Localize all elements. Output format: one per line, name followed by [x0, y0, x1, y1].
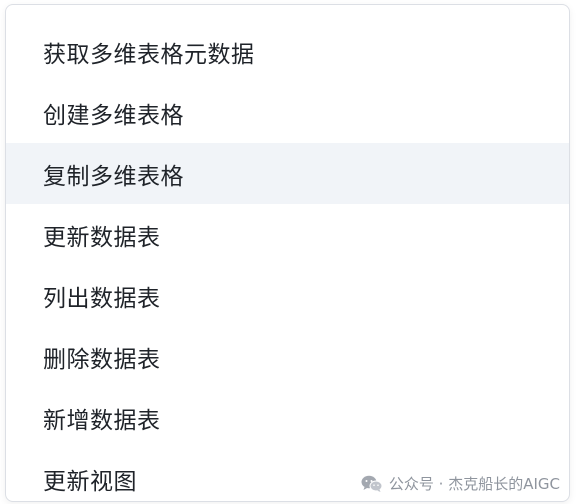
menu-item-label: 更新视图 [43, 468, 137, 495]
menu-item-label: 删除数据表 [43, 346, 161, 373]
menu-item-label: 新增数据表 [43, 407, 161, 434]
wechat-icon [361, 475, 383, 493]
menu-item-label: 复制多维表格 [43, 163, 184, 190]
menu-item-list-tables[interactable]: 列出数据表 [6, 265, 569, 326]
menu-item-create-bitable[interactable]: 创建多维表格 [6, 82, 569, 143]
menu-list: 获取多维表格元数据 创建多维表格 复制多维表格 更新数据表 列出数据表 删除数据… [6, 21, 569, 501]
menu-item-label: 获取多维表格元数据 [43, 41, 255, 68]
menu-item-delete-table[interactable]: 删除数据表 [6, 326, 569, 387]
watermark: 公众号 · 杰克船长的AIGC [361, 473, 560, 494]
dropdown-menu: 获取多维表格元数据 创建多维表格 复制多维表格 更新数据表 列出数据表 删除数据… [5, 4, 570, 502]
menu-item-copy-bitable[interactable]: 复制多维表格 [6, 143, 569, 204]
watermark-text: 公众号 · 杰克船长的AIGC [388, 475, 560, 493]
menu-item-get-bitable-metadata[interactable]: 获取多维表格元数据 [6, 21, 569, 82]
menu-item-label: 创建多维表格 [43, 102, 184, 129]
menu-caret-cover [296, 9, 322, 15]
menu-item-update-table[interactable]: 更新数据表 [6, 204, 569, 265]
menu-item-label: 更新数据表 [43, 224, 161, 251]
menu-item-add-table[interactable]: 新增数据表 [6, 387, 569, 448]
menu-item-label: 列出数据表 [43, 285, 161, 312]
